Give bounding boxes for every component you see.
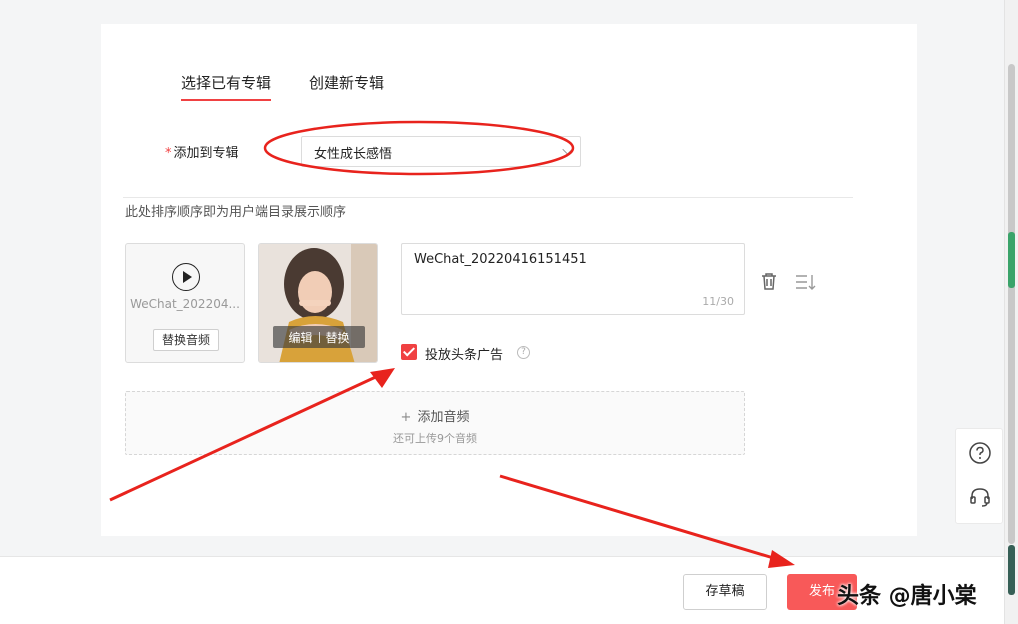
cover-actions: 编辑 替换: [273, 326, 365, 348]
tab-select-existing-album[interactable]: 选择已有专辑: [181, 72, 272, 101]
cover-replace-button[interactable]: 替换: [326, 329, 350, 346]
audio-file-name: WeChat_202204...: [130, 297, 240, 311]
question-icon[interactable]: [968, 441, 992, 465]
replace-audio-button[interactable]: 替换音频: [153, 329, 219, 351]
required-mark: *: [165, 146, 172, 161]
char-counter: 11/30: [702, 295, 734, 308]
sort-icon[interactable]: [795, 272, 817, 292]
album-select-value: 女性成长感悟: [314, 147, 393, 162]
headset-icon[interactable]: [968, 485, 992, 509]
audio-title-input[interactable]: WeChat_20220416151451 11/30: [401, 243, 745, 315]
save-draft-button[interactable]: 存草稿: [683, 574, 767, 610]
chevron-down-icon: [562, 144, 573, 155]
cover-image: 编辑 替换: [258, 243, 378, 363]
plus-icon: +: [400, 410, 412, 425]
tab-create-new-album[interactable]: 创建新专辑: [309, 72, 384, 93]
scrollbar-thumb[interactable]: [1008, 64, 1015, 544]
scrollbar-marker: [1008, 232, 1015, 288]
ad-label: 投放头条广告: [425, 348, 504, 363]
album-field-label: * 添加到专辑: [165, 142, 239, 161]
scrollbar-marker-bottom: [1008, 545, 1015, 595]
audio-item: WeChat_202204... 替换音频: [125, 243, 245, 363]
trash-icon[interactable]: [760, 271, 778, 291]
album-field-label-text: 添加到专辑: [173, 146, 239, 161]
add-audio-main: + 添加音频: [126, 406, 744, 425]
ad-checkbox[interactable]: [401, 344, 417, 360]
cover-edit-button[interactable]: 编辑: [288, 329, 312, 346]
watermark: 头条 @唐小棠: [837, 584, 977, 609]
album-card: 选择已有专辑 创建新专辑 * 添加到专辑 女性成长感悟 此处排序顺序即为用户端目录…: [101, 24, 917, 536]
cover-actions-separator: [318, 331, 320, 343]
divider: [123, 197, 853, 198]
album-select[interactable]: 女性成长感悟: [301, 136, 581, 167]
play-icon[interactable]: [172, 263, 200, 291]
scrollbar[interactable]: [1004, 0, 1018, 624]
add-audio-label: 添加音频: [417, 410, 470, 425]
add-audio-button[interactable]: + 添加音频 还可上传9个音频: [125, 391, 745, 455]
add-audio-sub-label: 还可上传9个音频: [393, 432, 477, 445]
audio-title-value: WeChat_20220416151451: [414, 252, 587, 267]
sort-hint: 此处排序顺序即为用户端目录展示顺序: [125, 205, 347, 220]
help-icon[interactable]: ?: [517, 346, 530, 359]
side-tools: [955, 428, 1003, 524]
